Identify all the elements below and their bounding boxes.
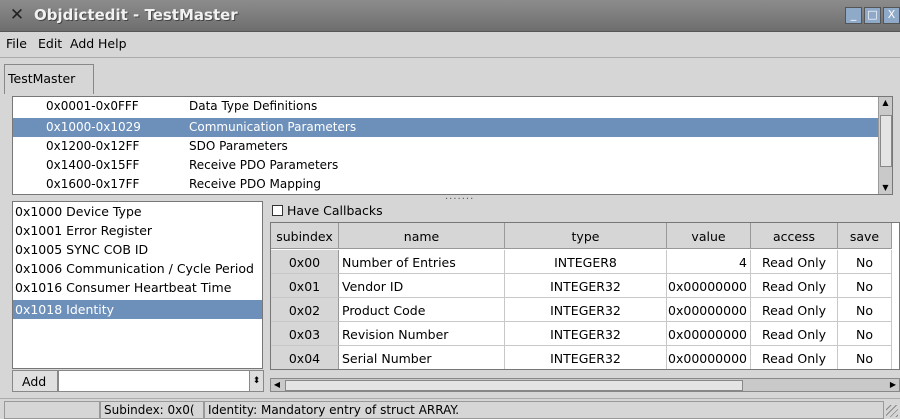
list-item[interactable]: 0x1000-0x1029 Communication Parameters: [13, 118, 879, 137]
splitter-handle[interactable]: ·······: [445, 194, 474, 205]
maximize-button[interactable]: □: [864, 7, 881, 24]
menu-file[interactable]: File: [6, 36, 27, 51]
table-cell[interactable]: Read Only: [751, 322, 838, 346]
list-item[interactable]: 0x1018 Identity: [13, 300, 262, 319]
list-item[interactable]: 0x1200-0x12FF SDO Parameters: [13, 137, 879, 156]
notebook-tabs: TestMaster: [0, 57, 900, 95]
table-cell[interactable]: No: [838, 322, 892, 346]
subindex-grid[interactable]: subindex name type value access save 0x0…: [270, 222, 900, 370]
column-header-subindex[interactable]: subindex: [271, 223, 339, 249]
status-field-2: Subindex: 0x0(: [100, 401, 204, 419]
table-cell[interactable]: INTEGER32: [505, 298, 667, 322]
add-button[interactable]: Add: [12, 370, 58, 392]
list-item[interactable]: 0x1600-0x17FF Receive PDO Mapping: [13, 175, 879, 194]
window-title: Objdictedit - TestMaster: [34, 6, 238, 24]
list-item[interactable]: 0x1006 Communication / Cycle Period: [13, 259, 262, 278]
table-cell[interactable]: Vendor ID: [339, 274, 505, 298]
table-cell[interactable]: 0x00000000: [667, 322, 751, 346]
table-cell[interactable]: No: [838, 346, 892, 369]
menu-edit[interactable]: Edit: [38, 36, 62, 51]
menu-bar: File Edit Add Help: [0, 33, 900, 55]
list-item[interactable]: 0x1000 Device Type: [13, 202, 262, 221]
table-cell[interactable]: 0x00000000: [667, 298, 751, 322]
table-cell[interactable]: No: [838, 298, 892, 322]
add-type-select[interactable]: ⬍: [58, 370, 264, 392]
list-item[interactable]: 0x0001-0x0FFF Data Type Definitions: [13, 97, 879, 116]
table-cell: 0x01: [271, 274, 339, 298]
index-list[interactable]: 0x1000 Device Type 0x1001 Error Register…: [12, 201, 263, 369]
table-cell[interactable]: INTEGER32: [505, 274, 667, 298]
table-cell[interactable]: Number of Entries: [339, 250, 505, 274]
table-cell[interactable]: INTEGER32: [505, 322, 667, 346]
table-cell[interactable]: 4: [667, 250, 751, 274]
list-item[interactable]: 0x1400-0x15FF Receive PDO Parameters: [13, 156, 879, 175]
list-item[interactable]: 0x1005 SYNC COB ID: [13, 240, 262, 259]
table-cell: 0x00: [271, 250, 339, 274]
resize-grip-icon[interactable]: [886, 405, 898, 417]
table-cell[interactable]: Read Only: [751, 298, 838, 322]
scroll-right-arrow-icon[interactable]: ▶: [887, 379, 899, 391]
table-cell[interactable]: Serial Number: [339, 346, 505, 369]
table-cell[interactable]: 0x00000000: [667, 274, 751, 298]
status-field-1: [4, 401, 100, 419]
status-bar: Subindex: 0x0( Identity: Mandatory entry…: [0, 398, 900, 419]
table-cell: 0x02: [271, 298, 339, 322]
scroll-up-arrow-icon[interactable]: ▲: [879, 97, 892, 109]
table-cell: 0x03: [271, 322, 339, 346]
table-cell[interactable]: INTEGER8: [505, 250, 667, 274]
table-cell[interactable]: Read Only: [751, 250, 838, 274]
table-cell[interactable]: Read Only: [751, 346, 838, 369]
list-item[interactable]: 0x1016 Consumer Heartbeat Time: [13, 278, 262, 297]
table-cell[interactable]: Revision Number: [339, 322, 505, 346]
minimize-button[interactable]: _: [845, 7, 862, 24]
scroll-down-arrow-icon[interactable]: ▼: [879, 182, 892, 194]
table-cell[interactable]: Read Only: [751, 274, 838, 298]
table-cell[interactable]: INTEGER32: [505, 346, 667, 369]
column-header-name[interactable]: name: [339, 223, 505, 249]
table-cell[interactable]: Product Code: [339, 298, 505, 322]
column-header-access[interactable]: access: [751, 223, 838, 249]
table-cell: 0x04: [271, 346, 339, 369]
column-header-type[interactable]: type: [505, 223, 667, 249]
app-icon[interactable]: ✕: [7, 5, 27, 25]
close-button[interactable]: X: [883, 7, 900, 24]
table-cell[interactable]: No: [838, 274, 892, 298]
index-range-list[interactable]: 0x0001-0x0FFF Data Type Definitions 0x10…: [12, 96, 893, 195]
menu-add[interactable]: Add: [70, 36, 94, 51]
scrollbar-thumb[interactable]: [880, 115, 892, 167]
spin-arrows-icon[interactable]: ⬍: [249, 371, 263, 391]
table-cell[interactable]: No: [838, 250, 892, 274]
have-callbacks-checkbox[interactable]: Have Callbacks: [272, 203, 383, 218]
list-item[interactable]: 0x1001 Error Register: [13, 221, 262, 240]
table-cell[interactable]: 0x00000000: [667, 346, 751, 369]
scrollbar-thumb[interactable]: [285, 380, 743, 391]
column-header-value[interactable]: value: [667, 223, 751, 249]
vertical-scrollbar[interactable]: ▲ ▼: [878, 97, 892, 194]
checkbox-icon[interactable]: [272, 205, 283, 216]
status-field-3: Identity: Mandatory entry of struct ARRA…: [204, 401, 884, 419]
menu-help[interactable]: Help: [98, 36, 127, 51]
tab-testmaster[interactable]: TestMaster: [4, 64, 94, 94]
title-bar: ✕ Objdictedit - TestMaster _ □ X: [0, 0, 900, 32]
column-header-save[interactable]: save: [838, 223, 892, 249]
scroll-left-arrow-icon[interactable]: ◀: [271, 379, 283, 391]
horizontal-scrollbar[interactable]: ◀ ▶: [270, 378, 900, 392]
